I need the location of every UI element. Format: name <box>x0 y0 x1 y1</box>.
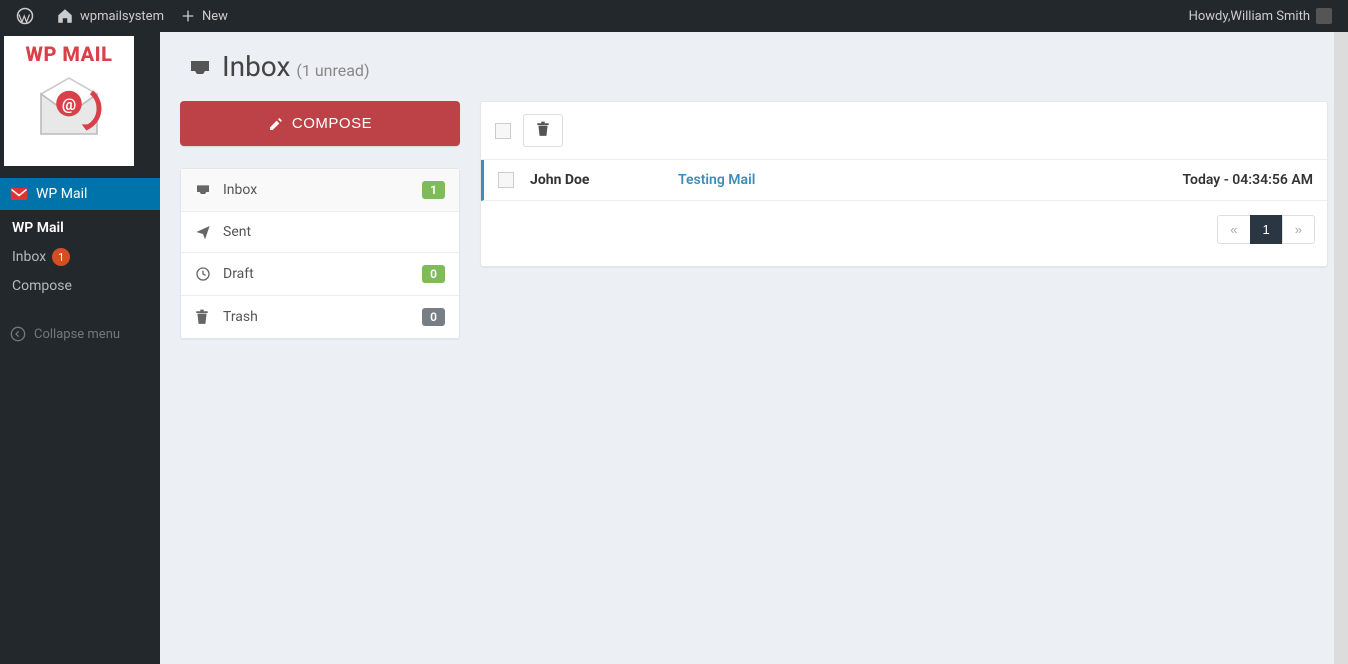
folder-inbox[interactable]: Inbox 1 <box>181 169 459 212</box>
user-avatar-icon <box>1316 8 1332 24</box>
admin-bar-right: Howdy, William Smith <box>1181 0 1340 32</box>
mail-row[interactable]: John Doe Testing Mail Today - 04:34:56 A… <box>481 160 1327 201</box>
vertical-scrollbar[interactable] <box>1334 32 1348 664</box>
folder-list: Inbox 1 Sent <box>180 168 460 339</box>
plugin-logo-text: WP MAIL <box>26 42 113 66</box>
admin-menu: WP Mail WP Mail Inbox 1 Compose <box>0 178 160 310</box>
new-label: New <box>202 9 228 24</box>
site-home-link[interactable]: wpmailsystem <box>48 0 172 32</box>
folder-draft[interactable]: Draft 0 <box>181 253 459 296</box>
submenu-inbox-label: Inbox <box>12 249 46 265</box>
menu-wp-mail[interactable]: WP Mail <box>0 178 160 210</box>
envelope-icon <box>10 187 30 201</box>
submenu-wp-mail-label: WP Mail <box>12 220 64 236</box>
new-content-menu[interactable]: New <box>172 0 236 32</box>
compose-button-label: COMPOSE <box>292 115 372 132</box>
admin-bar-left: wpmailsystem New <box>8 0 236 32</box>
collapse-menu-button[interactable]: Collapse menu <box>0 318 160 350</box>
folder-sent[interactable]: Sent <box>181 212 459 253</box>
page-title: Inbox <box>222 50 290 83</box>
submenu-compose-label: Compose <box>12 278 72 294</box>
mail-logo-icon: @ <box>29 70 109 150</box>
inbox-header-icon <box>188 58 212 84</box>
folder-inbox-label: Inbox <box>223 182 422 198</box>
content-area: Inbox (1 unread) COMPOSE <box>160 32 1348 664</box>
user-account-menu[interactable]: Howdy, William Smith <box>1181 0 1340 32</box>
collapse-icon <box>10 326 26 342</box>
select-all-checkbox[interactable] <box>495 123 511 139</box>
plus-icon <box>180 8 196 24</box>
trash-icon <box>536 121 550 140</box>
submenu-wp-mail[interactable]: WP Mail <box>0 214 160 242</box>
collapse-menu-label: Collapse menu <box>34 327 120 342</box>
wordpress-icon <box>16 7 34 25</box>
submenu-compose[interactable]: Compose <box>0 272 160 300</box>
mail-subject: Testing Mail <box>678 172 1183 188</box>
howdy-prefix: Howdy, <box>1189 9 1231 24</box>
pagination-page-1[interactable]: 1 <box>1250 215 1283 244</box>
folder-trash-label: Trash <box>223 309 422 325</box>
plugin-logo: WP MAIL @ <box>4 36 134 166</box>
inbox-icon <box>195 183 213 197</box>
page-subtitle: (1 unread) <box>296 61 369 80</box>
clock-icon <box>195 266 213 282</box>
folder-draft-count: 0 <box>422 265 445 283</box>
pagination-next[interactable]: » <box>1282 215 1315 244</box>
delete-button[interactable] <box>523 114 563 147</box>
trash-icon <box>195 309 213 325</box>
svg-text:@: @ <box>62 95 76 114</box>
site-name-label: wpmailsystem <box>80 9 164 24</box>
submenu-inbox-badge: 1 <box>52 248 70 266</box>
compose-icon <box>268 116 284 132</box>
mail-time: Today - 04:34:56 AM <box>1183 172 1314 188</box>
admin-submenu: WP Mail Inbox 1 Compose <box>0 210 160 310</box>
folder-trash[interactable]: Trash 0 <box>181 296 459 338</box>
user-name-label: William Smith <box>1230 9 1310 24</box>
admin-sidebar: WP MAIL @ WP Mail <box>0 32 160 664</box>
folder-sent-label: Sent <box>223 224 445 240</box>
folder-inbox-count: 1 <box>422 181 445 199</box>
home-icon <box>56 7 74 25</box>
page-header: Inbox (1 unread) <box>188 50 1328 83</box>
submenu-inbox[interactable]: Inbox 1 <box>0 242 160 272</box>
mail-box: John Doe Testing Mail Today - 04:34:56 A… <box>480 101 1328 267</box>
pagination: « 1 » <box>481 201 1327 266</box>
folder-trash-count: 0 <box>422 308 445 326</box>
mail-toolbar <box>481 102 1327 160</box>
admin-bar: wpmailsystem New Howdy, William Smith <box>0 0 1348 32</box>
wordpress-logo-menu[interactable] <box>8 0 48 32</box>
send-icon <box>195 224 213 240</box>
pagination-prev[interactable]: « <box>1217 215 1250 244</box>
compose-button[interactable]: COMPOSE <box>180 101 460 146</box>
mail-row-checkbox[interactable] <box>498 172 514 188</box>
menu-wp-mail-label: WP Mail <box>36 186 87 202</box>
folder-draft-label: Draft <box>223 266 422 282</box>
mail-sender: John Doe <box>530 172 670 188</box>
